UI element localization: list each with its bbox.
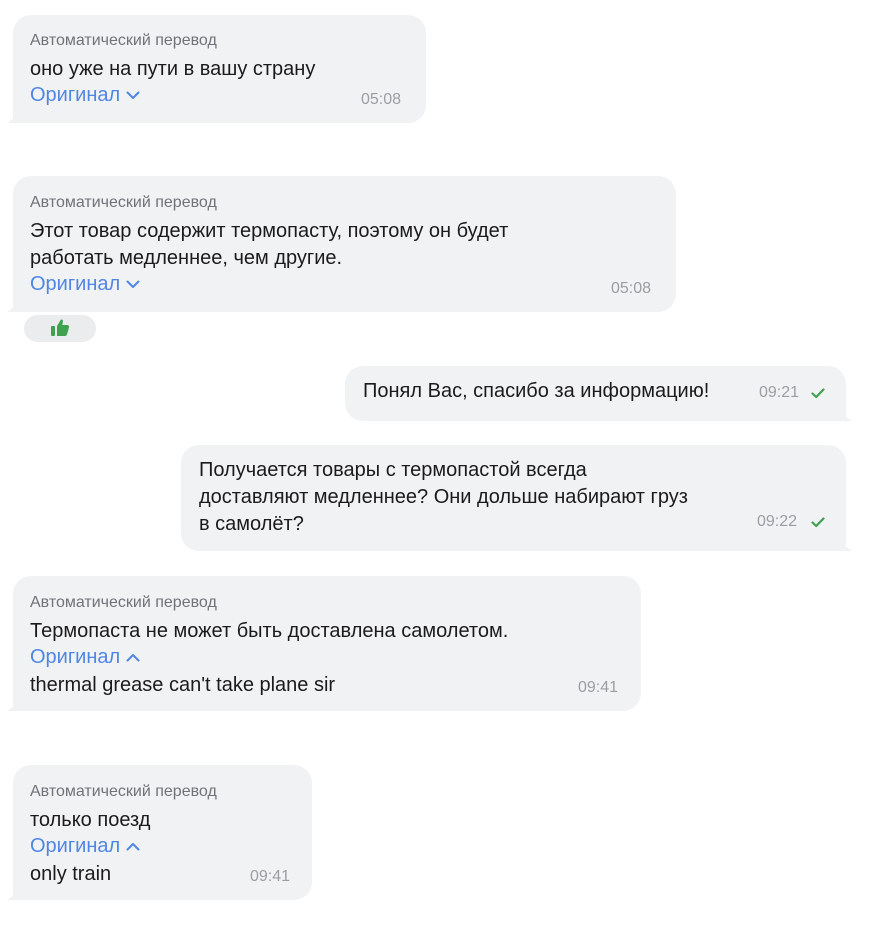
original-text: only train <box>30 863 112 885</box>
message-time: 09:41 <box>578 679 619 696</box>
check-icon <box>811 517 825 528</box>
auto-translation-label: Автоматический перевод <box>30 783 217 800</box>
message-bubble-incoming: Автоматический перевод только поезд Ориг… <box>7 765 312 900</box>
show-original-label: Оригинал <box>30 84 121 106</box>
bubble-tail <box>7 890 21 900</box>
message-bubble-incoming: Автоматический перевод Этот товар содерж… <box>7 176 676 312</box>
message-time: 09:21 <box>759 384 800 401</box>
message-text-line: работать медленнее, чем другие. <box>30 247 343 269</box>
chevron-down-icon <box>126 280 140 289</box>
message-text: Термопаста не может быть доставлена само… <box>30 620 509 642</box>
message-text-line: Этот товар содержит термопасту, поэтому … <box>30 220 509 242</box>
thumbs-up-icon <box>50 319 70 342</box>
reaction-badge[interactable] <box>24 315 96 342</box>
show-original-label: Оригинал <box>30 835 121 857</box>
show-original-label: Оригинал <box>30 273 121 295</box>
message-bubble-incoming: Автоматический перевод Термопаста не мож… <box>7 576 641 711</box>
message-text: оно уже на пути в вашу страну <box>30 58 316 80</box>
message-time: 05:08 <box>361 91 402 108</box>
show-original-toggle[interactable]: Оригинал <box>30 646 140 669</box>
bubble-tail <box>7 701 21 711</box>
bubble-tail <box>838 411 852 421</box>
check-icon <box>811 388 825 399</box>
chevron-up-icon <box>126 843 140 851</box>
bubble-tail <box>7 113 21 123</box>
bubble-tail <box>7 302 21 312</box>
message-text: только поезд <box>30 809 151 831</box>
show-original-label: Оригинал <box>30 646 121 668</box>
message-bubble-outgoing: Понял Вас, спасибо за информацию! 09:21 <box>345 366 852 421</box>
message-bubble-outgoing: Получается товары с термопастой всегда д… <box>181 445 852 551</box>
auto-translation-label: Автоматический перевод <box>30 194 217 211</box>
message-time: 09:22 <box>757 513 798 530</box>
message-text-line: в самолёт? <box>199 513 304 535</box>
message-time: 05:08 <box>611 280 652 297</box>
message-text-line: Получается товары с термопастой всегда <box>199 459 587 481</box>
show-original-toggle[interactable]: Оригинал <box>30 84 140 107</box>
chevron-up-icon <box>126 654 140 662</box>
auto-translation-label: Автоматический перевод <box>30 32 217 49</box>
message-text-line: доставляют медленнее? Они дольше набираю… <box>199 486 688 508</box>
auto-translation-label: Автоматический перевод <box>30 594 217 611</box>
message-bubble-incoming: Автоматический перевод оно уже на пути в… <box>7 15 426 123</box>
bubble-tail <box>838 541 852 551</box>
show-original-toggle[interactable]: Оригинал <box>30 835 140 858</box>
chevron-down-icon <box>126 91 140 100</box>
message-time: 09:41 <box>250 868 291 885</box>
message-text: Понял Вас, спасибо за информацию! <box>363 380 710 402</box>
original-text: thermal grease can't take plane sir <box>30 674 336 696</box>
show-original-toggle[interactable]: Оригинал <box>30 273 140 296</box>
